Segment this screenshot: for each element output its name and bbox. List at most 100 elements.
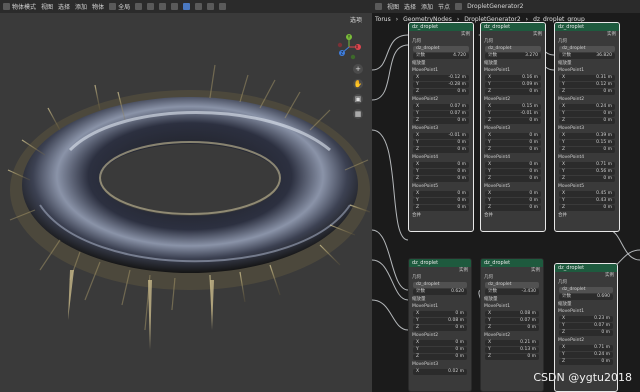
x-field[interactable]: X0 m [413, 162, 469, 168]
shading-material-icon[interactable] [207, 3, 215, 10]
z-field[interactable]: Z0 m [559, 118, 615, 124]
z-field[interactable]: Z0 m [413, 118, 469, 124]
y-field[interactable]: Y 0.07 m [485, 318, 539, 324]
count-field[interactable]: 计数 3.270 [485, 53, 541, 59]
z-field[interactable]: Z0 m [485, 147, 541, 153]
y-field[interactable]: Y 0.56 m [559, 169, 615, 175]
group-input-select[interactable]: dz_droplet [559, 46, 615, 52]
z-field[interactable]: Z0 m [485, 176, 541, 182]
x-field[interactable]: X 0.07 m [413, 104, 469, 110]
shading-solid-icon[interactable] [195, 3, 203, 10]
proportional-icon[interactable] [159, 3, 167, 10]
y-field[interactable]: Y -0.28 m [413, 82, 469, 88]
count-field[interactable]: 计数 36.820 [559, 53, 615, 59]
y-field[interactable]: Y 0.24 m [559, 352, 613, 358]
count-field[interactable]: 计数 0.620 [413, 289, 467, 295]
group-node-2[interactable]: dz_droplet 实例 几何 dz_droplet 计数 3.270 缩放量 … [480, 22, 546, 232]
x-field[interactable]: X 0.31 m [559, 75, 615, 81]
y-field[interactable]: Y 0.07 m [413, 111, 469, 117]
x-field[interactable]: X 0.45 m [559, 191, 615, 197]
y-field[interactable]: Y 0.12 m [559, 82, 615, 88]
group-input-select[interactable]: dz_droplet [413, 282, 467, 288]
node-title[interactable]: dz_droplet [409, 259, 471, 267]
node-editor[interactable]: 视图 选择 添加 节点 DropletGenerator2 Torus › Ge… [372, 0, 640, 392]
mode-select[interactable]: 物体模式 [3, 2, 36, 11]
count-field[interactable]: 计数 0.690 [559, 294, 613, 300]
node-title[interactable]: dz_droplet [481, 23, 545, 31]
group-node-4[interactable]: dz_droplet 实例 几何 dz_droplet 计数 0.620 缩放量 … [408, 258, 472, 392]
x-field[interactable]: X 0.15 m [485, 104, 541, 110]
y-field[interactable]: Y0 m [485, 140, 541, 146]
3d-viewport[interactable]: 物体模式 视图 选择 添加 物体 全局 选项 X Y Z + ✋ ▣ ▦ [0, 0, 372, 392]
x-field[interactable]: X 0.24 m [559, 104, 615, 110]
z-field[interactable]: Z0 m [485, 118, 541, 124]
z-field[interactable]: Z0 m [559, 205, 615, 211]
menu-add[interactable]: 添加 [75, 2, 87, 11]
group-input-select[interactable]: dz_droplet [485, 282, 539, 288]
y-field[interactable]: Y0 m [485, 169, 541, 175]
z-field[interactable]: Z0 m [413, 89, 469, 95]
z-field[interactable]: Z0 m [559, 359, 613, 365]
z-field[interactable]: Z0 m [559, 147, 615, 153]
x-field[interactable]: X -0.01 m [413, 133, 469, 139]
x-field[interactable]: X0 m [413, 191, 469, 197]
y-field[interactable]: Y 0.08 m [413, 318, 467, 324]
z-field[interactable]: Z0 m [413, 354, 467, 360]
snap-icon[interactable] [147, 3, 155, 10]
y-field[interactable]: Y0 m [559, 111, 615, 117]
x-field[interactable]: X 0.71 m [559, 162, 615, 168]
overlay-icon[interactable] [171, 3, 179, 10]
xray-icon[interactable] [183, 3, 191, 10]
y-field[interactable]: Y0 m [413, 198, 469, 204]
z-field[interactable]: Z0 m [413, 325, 467, 331]
z-field[interactable]: Z0 m [485, 325, 539, 331]
transform-orientation[interactable]: 全局 [109, 2, 130, 11]
z-field[interactable]: Z0 m [485, 89, 541, 95]
y-field[interactable]: Y0 m [413, 140, 469, 146]
z-field[interactable]: Z0 m [559, 330, 613, 336]
y-field[interactable]: Y0 m [485, 198, 541, 204]
shading-rendered-icon[interactable] [219, 3, 227, 10]
z-field[interactable]: Z0 m [559, 176, 615, 182]
x-field[interactable]: X0 m [485, 162, 541, 168]
count-field[interactable]: 计数 -3.430 [485, 289, 539, 295]
node-title[interactable]: dz_droplet [481, 259, 543, 267]
z-field[interactable]: Z0 m [485, 205, 541, 211]
menu-view[interactable]: 视图 [41, 2, 53, 11]
x-field[interactable]: X -0.12 m [413, 75, 469, 81]
x-field[interactable]: X0 m [413, 340, 467, 346]
group-node-1[interactable]: dz_droplet 实例 几何 dz_droplet 计数 4.720 缩放量 … [408, 22, 474, 232]
node-title[interactable]: dz_droplet [555, 23, 619, 31]
x-field[interactable]: X 0.23 m [559, 316, 613, 322]
group-node-3[interactable]: dz_droplet 实例 几何 dz_droplet 计数 36.820 缩放量… [554, 22, 620, 232]
x-field[interactable]: X0 m [485, 191, 541, 197]
group-input-select[interactable]: dz_droplet [559, 287, 613, 293]
x-field[interactable]: X 0.21 m [485, 340, 539, 346]
z-field[interactable]: Z0 m [485, 354, 539, 360]
x-field[interactable]: X 0.71 m [559, 345, 613, 351]
y-field[interactable]: Y0 m [413, 169, 469, 175]
y-field[interactable]: Y 0.43 m [559, 198, 615, 204]
options-button[interactable]: 选项 [350, 15, 362, 24]
menu-select[interactable]: 选择 [58, 2, 70, 11]
x-field[interactable]: X 0.08 m [485, 311, 539, 317]
y-field[interactable]: Y -0.01 m [485, 111, 541, 117]
menu-object[interactable]: 物体 [92, 2, 104, 11]
z-field[interactable]: Z0 m [559, 89, 615, 95]
y-field[interactable]: Y 0.15 m [559, 140, 615, 146]
node-title[interactable]: dz_droplet [555, 264, 617, 272]
x-field[interactable]: X0 m [485, 133, 541, 139]
x-field[interactable]: X0 m [413, 311, 467, 317]
y-field[interactable]: Y 0.07 m [559, 323, 613, 329]
z-field[interactable]: Z0 m [413, 205, 469, 211]
count-field[interactable]: 计数 4.720 [413, 53, 469, 59]
node-title[interactable]: dz_droplet [409, 23, 473, 31]
group-input-select[interactable]: dz_droplet [413, 46, 469, 52]
x-field[interactable]: X 0.16 m [485, 75, 541, 81]
z-field[interactable]: Z0 m [413, 176, 469, 182]
pivot-icon[interactable] [135, 3, 143, 10]
y-field[interactable]: Y 0.09 m [485, 82, 541, 88]
z-field[interactable]: Z0 m [413, 147, 469, 153]
y-field[interactable]: Y0 m [413, 347, 467, 353]
x-field[interactable]: X 0.39 m [559, 133, 615, 139]
